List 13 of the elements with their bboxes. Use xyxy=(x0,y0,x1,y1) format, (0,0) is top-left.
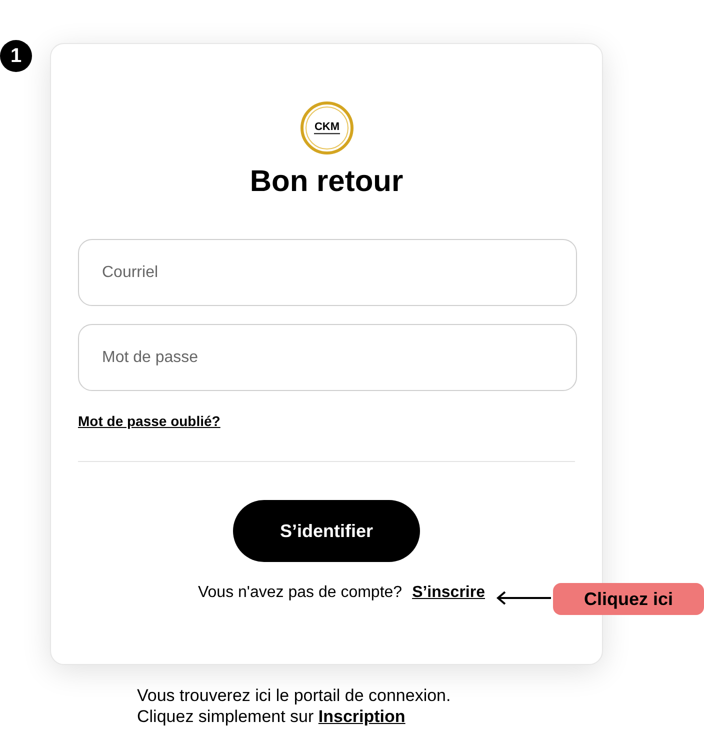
sign-in-button[interactable]: S’identifier xyxy=(233,500,420,562)
step-number-badge: 1 xyxy=(0,40,32,72)
signup-question: Vous n'avez pas de compte? xyxy=(198,584,402,602)
signup-link[interactable]: S’inscrire xyxy=(412,584,485,602)
input-field[interactable]: Mot de passe xyxy=(78,324,577,391)
caption-text: Vous trouverez ici le portail de connexion. xyxy=(137,685,452,706)
page-heading: Bon retour xyxy=(248,165,404,199)
callout-label: Cliquez ici xyxy=(553,583,704,615)
logo-icon: CKM xyxy=(300,101,354,155)
caption-text: Cliquez simplement sur Inscription xyxy=(137,706,406,727)
arrow-icon xyxy=(495,590,551,606)
forgot-password-link[interactable]: Mot de passe oublié? xyxy=(78,413,220,429)
input-field[interactable]: Courriel xyxy=(78,239,577,306)
